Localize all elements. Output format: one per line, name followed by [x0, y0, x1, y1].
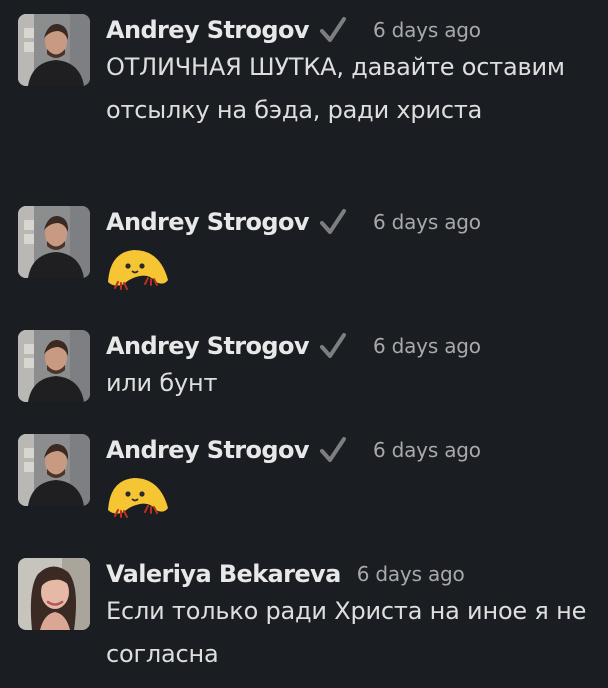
message-text: или бунт: [106, 369, 218, 397]
timestamp[interactable]: 6 days ago: [373, 18, 481, 42]
avatar[interactable]: [18, 206, 90, 278]
author-name[interactable]: Andrey Strogov: [106, 208, 310, 236]
message-text: Если только ради Христа на иное я не сог…: [106, 597, 587, 668]
message-item[interactable]: Andrey Strogov 6 days ago ОТЛИЧНАЯ ШУТКА…: [0, 0, 608, 192]
message-header: Andrey Strogov 6 days ago: [106, 432, 481, 468]
message-header: Andrey Strogov 6 days ago: [106, 328, 481, 364]
yellow-blob-emoji-icon: [104, 470, 172, 522]
message-header: Valeriya Bekareva 6 days ago: [106, 556, 465, 592]
verified-check-icon: [319, 436, 347, 464]
avatar[interactable]: [18, 14, 90, 86]
author-name[interactable]: Andrey Strogov: [106, 16, 310, 44]
message-header: Andrey Strogov 6 days ago: [106, 12, 481, 48]
message-header: Andrey Strogov 6 days ago: [106, 204, 481, 240]
yellow-blob-emoji-icon: [104, 242, 172, 294]
message-text: ОТЛИЧНАЯ ШУТКА, давайте оставим отсылку …: [106, 53, 565, 124]
message-item[interactable]: Andrey Strogov 6 days ago: [0, 192, 608, 316]
message-item[interactable]: Andrey Strogov 6 days ago или бунт: [0, 316, 608, 420]
message-item[interactable]: Valeriya Bekareva 6 days ago Если только…: [0, 544, 608, 688]
avatar[interactable]: [18, 434, 90, 506]
author-name[interactable]: Andrey Strogov: [106, 332, 310, 360]
verified-check-icon: [319, 332, 347, 360]
verified-check-icon: [319, 16, 347, 44]
timestamp[interactable]: 6 days ago: [357, 562, 465, 586]
timestamp[interactable]: 6 days ago: [373, 210, 481, 234]
verified-check-icon: [319, 208, 347, 236]
timestamp[interactable]: 6 days ago: [373, 334, 481, 358]
message-feed: Andrey Strogov 6 days ago ОТЛИЧНАЯ ШУТКА…: [0, 0, 608, 688]
author-name[interactable]: Valeriya Bekareva: [106, 560, 341, 588]
avatar[interactable]: [18, 558, 90, 630]
timestamp[interactable]: 6 days ago: [373, 438, 481, 462]
avatar[interactable]: [18, 330, 90, 402]
author-name[interactable]: Andrey Strogov: [106, 436, 310, 464]
message-item[interactable]: Andrey Strogov 6 days ago: [0, 420, 608, 544]
